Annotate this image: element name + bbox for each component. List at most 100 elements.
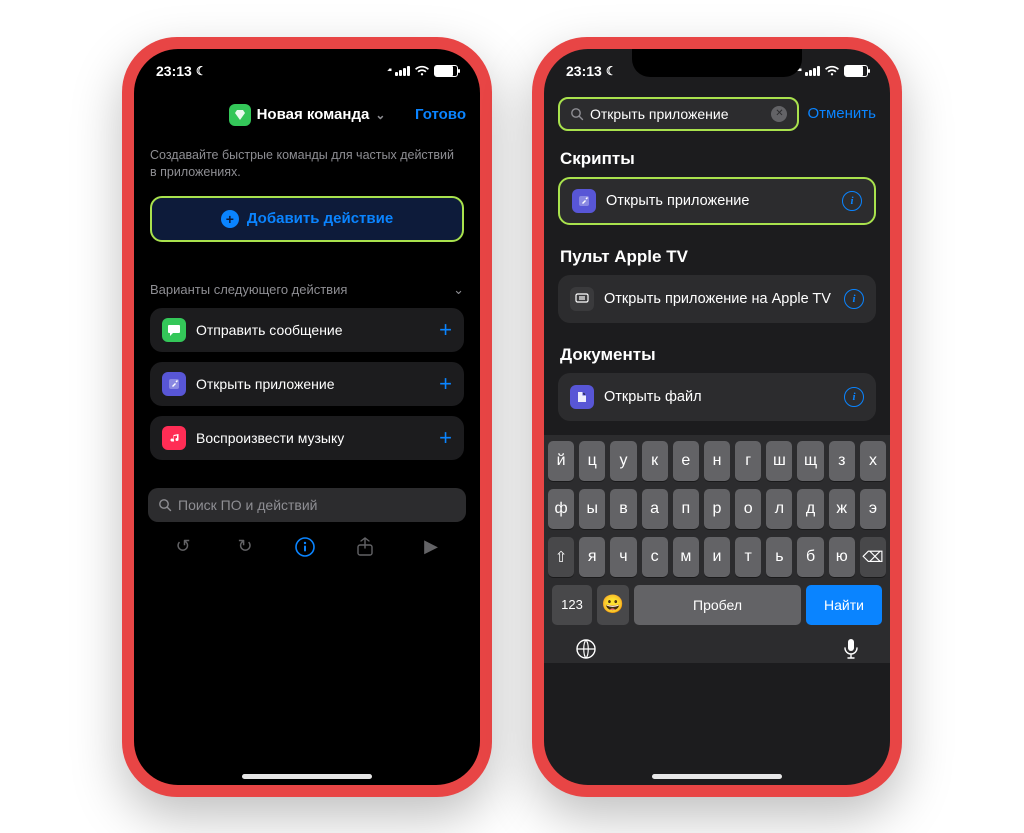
share-button[interactable] — [356, 537, 382, 557]
mic-icon[interactable] — [842, 637, 860, 661]
suggestions-title: Варианты следующего действия — [150, 282, 347, 297]
search-field[interactable]: Открыть приложение ✕ — [558, 97, 799, 131]
add-icon[interactable]: + — [439, 425, 452, 451]
space-key[interactable]: Пробел — [634, 585, 801, 625]
suggestion-row[interactable]: Отправить сообщение + — [150, 308, 464, 352]
find-key[interactable]: Найти — [806, 585, 882, 625]
key-ш[interactable]: ш — [766, 441, 792, 481]
result-label: Открыть приложение на Apple TV — [604, 291, 831, 307]
key-ц[interactable]: ц — [579, 441, 605, 481]
hint-text: Создавайте быстрые команды для частых де… — [150, 147, 464, 182]
app-icon — [162, 372, 186, 396]
cellular-icon — [395, 66, 410, 76]
key-л[interactable]: л — [766, 489, 792, 529]
key-у[interactable]: у — [610, 441, 636, 481]
info-icon[interactable]: i — [844, 387, 864, 407]
search-placeholder: Поиск ПО и действий — [178, 497, 318, 513]
add-icon[interactable]: + — [439, 371, 452, 397]
key-о[interactable]: о — [735, 489, 761, 529]
key-р[interactable]: р — [704, 489, 730, 529]
nav-bar: Новая команда ⌄ Готово — [134, 93, 480, 137]
result-row[interactable]: Открыть файл i — [558, 373, 876, 421]
search-field[interactable]: Поиск ПО и действий — [148, 488, 466, 522]
key-е[interactable]: е — [673, 441, 699, 481]
key-х[interactable]: х — [860, 441, 886, 481]
dnd-moon-icon: ☾ — [606, 64, 617, 78]
wifi-icon — [824, 65, 840, 77]
add-action-button[interactable]: + Добавить действие — [150, 196, 464, 242]
suggestion-label: Отправить сообщение — [196, 322, 343, 338]
key-з[interactable]: з — [829, 441, 855, 481]
chevron-down-icon[interactable]: ⌄ — [375, 108, 385, 122]
delete-key[interactable]: ⌫ — [860, 537, 886, 577]
emoji-key[interactable]: 😀 — [597, 585, 629, 625]
section-title: Скрипты — [544, 141, 890, 177]
phone-left: 23:13 ☾ ▪▪ Новая команда ⌄ Готово — [122, 37, 492, 797]
key-ж[interactable]: ж — [829, 489, 855, 529]
message-icon — [162, 318, 186, 342]
home-indicator[interactable] — [242, 774, 372, 779]
undo-button[interactable]: ↺ — [170, 536, 196, 557]
suggestions-header[interactable]: Варианты следующего действия ⌄ — [150, 282, 464, 298]
key-к[interactable]: к — [642, 441, 668, 481]
result-label: Открыть приложение — [606, 193, 749, 209]
key-д[interactable]: д — [797, 489, 823, 529]
key-ю[interactable]: ю — [829, 537, 855, 577]
phone-right: 23:13 ☾ ▪▪ Открыть приложение ✕ Отменить — [532, 37, 902, 797]
result-row[interactable]: Открыть приложение i — [558, 177, 876, 225]
suggestion-label: Воспроизвести музыку — [196, 430, 344, 446]
play-button[interactable]: ▶ — [418, 536, 444, 557]
bottom-toolbar: ↺ ↻ ▶ — [134, 530, 480, 574]
keyboard-123[interactable]: 123 — [552, 585, 592, 625]
redo-button[interactable]: ↻ — [232, 536, 258, 557]
key-ф[interactable]: ф — [548, 489, 574, 529]
key-щ[interactable]: щ — [797, 441, 823, 481]
music-icon — [162, 426, 186, 450]
status-time: 23:13 — [156, 63, 192, 79]
app-icon — [572, 189, 596, 213]
clear-icon[interactable]: ✕ — [771, 106, 787, 122]
key-ь[interactable]: ь — [766, 537, 792, 577]
key-м[interactable]: м — [673, 537, 699, 577]
key-и[interactable]: и — [704, 537, 730, 577]
keyboard: йцукенгшщзх фывапролджэ ⇧ячсмитьбю⌫ 123 … — [544, 435, 890, 663]
notch — [222, 49, 392, 77]
key-й[interactable]: й — [548, 441, 574, 481]
info-icon[interactable]: i — [844, 289, 864, 309]
info-button[interactable] — [294, 536, 320, 558]
globe-icon[interactable] — [574, 637, 598, 661]
cancel-button[interactable]: Отменить — [807, 105, 876, 122]
cellular-icon — [805, 66, 820, 76]
keyboard-row-1: йцукенгшщзх — [548, 441, 886, 481]
shift-key[interactable]: ⇧ — [548, 537, 574, 577]
result-row[interactable]: Открыть приложение на Apple TV i — [558, 275, 876, 323]
suggestion-row[interactable]: Воспроизвести музыку + — [150, 416, 464, 460]
section-title: Документы — [544, 337, 890, 373]
key-п[interactable]: п — [673, 489, 699, 529]
section-title: Пульт Apple TV — [544, 239, 890, 275]
home-indicator[interactable] — [652, 774, 782, 779]
key-я[interactable]: я — [579, 537, 605, 577]
key-ы[interactable]: ы — [579, 489, 605, 529]
notch — [632, 49, 802, 77]
add-icon[interactable]: + — [439, 317, 452, 343]
key-а[interactable]: а — [642, 489, 668, 529]
chevron-down-icon: ⌄ — [453, 282, 464, 298]
search-icon — [158, 498, 172, 512]
done-button[interactable]: Готово — [415, 106, 466, 123]
key-г[interactable]: г — [735, 441, 761, 481]
key-в[interactable]: в — [610, 489, 636, 529]
file-icon — [570, 385, 594, 409]
tv-icon — [570, 287, 594, 311]
key-ч[interactable]: ч — [610, 537, 636, 577]
key-н[interactable]: н — [704, 441, 730, 481]
key-э[interactable]: э — [860, 489, 886, 529]
suggestion-row[interactable]: Открыть приложение + — [150, 362, 464, 406]
suggestion-label: Открыть приложение — [196, 376, 335, 392]
search-value: Открыть приложение — [590, 106, 729, 122]
key-б[interactable]: б — [797, 537, 823, 577]
key-т[interactable]: т — [735, 537, 761, 577]
wifi-icon — [414, 65, 430, 77]
key-с[interactable]: с — [642, 537, 668, 577]
info-icon[interactable]: i — [842, 191, 862, 211]
